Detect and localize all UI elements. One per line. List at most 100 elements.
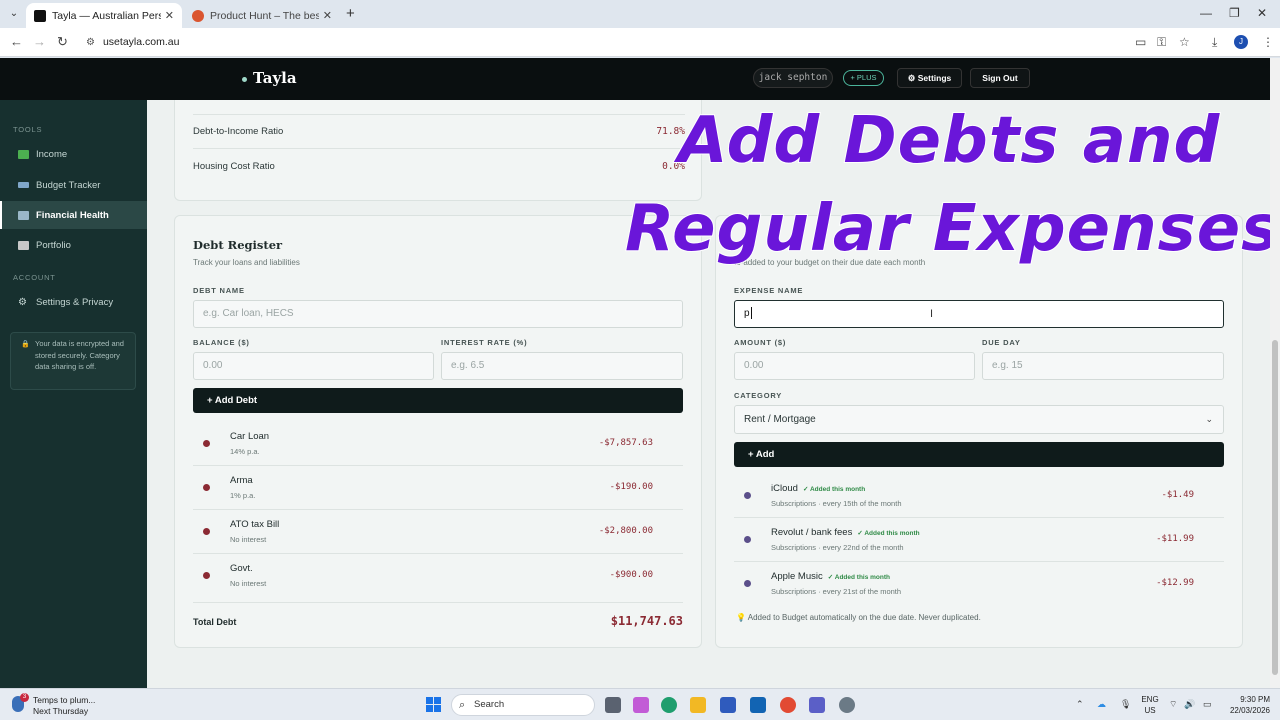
- close-tab-icon[interactable]: ✕: [165, 9, 174, 22]
- brand-dot-icon: [242, 76, 247, 82]
- debt-row[interactable]: Car Loan 14% p.a. -$7,857.63: [193, 422, 683, 466]
- wifi-icon[interactable]: ⌔: [1169, 699, 1177, 710]
- taskbar-search[interactable]: ⌕ Search: [451, 694, 595, 716]
- reload-icon[interactable]: ↻: [57, 34, 68, 50]
- profile-avatar[interactable]: J: [1234, 35, 1248, 49]
- interest-rate-label: INTEREST RATE (%): [441, 338, 528, 347]
- chrome-icon[interactable]: [780, 697, 796, 713]
- ratio-label: Debt-to-Income Ratio: [193, 126, 284, 137]
- category-select[interactable]: Rent / Mortgage ⌄: [734, 405, 1224, 434]
- download-icon[interactable]: ⤓: [1212, 35, 1217, 50]
- expense-row[interactable]: iCloud ✓ Added this month Subscriptions ·…: [734, 474, 1224, 518]
- sidebar: TOOLS Income Budget Tracker Financial He…: [0, 100, 147, 688]
- settings-button[interactable]: ⚙ Settings: [897, 68, 962, 88]
- expense-row[interactable]: Revolut / bank fees ✓ Added this month Su…: [734, 518, 1224, 562]
- total-debt-value: $11,747.63: [610, 614, 683, 628]
- expense-name-input[interactable]: p: [734, 300, 1224, 328]
- expense-row[interactable]: Apple Music ✓ Added this month Subscripti…: [734, 562, 1224, 606]
- ratio-label: Housing Cost Ratio: [193, 160, 275, 172]
- edge-icon[interactable]: [661, 697, 677, 713]
- windows-taskbar: 3 Temps to plum... Next Thursday ⌕ Search…: [0, 688, 1280, 720]
- balance-label: BALANCE ($): [193, 338, 250, 347]
- windows-start-icon[interactable]: [426, 697, 441, 712]
- debt-row[interactable]: Arma 1% p.a. -$190.00: [193, 466, 683, 510]
- notification-badge: 3: [20, 693, 29, 702]
- language-indicator[interactable]: ENG US: [1140, 694, 1160, 716]
- debt-row[interactable]: Govt. No interest -$900.00: [193, 554, 683, 598]
- budget-icon: [18, 182, 29, 188]
- ratio-row-debt-to-income: Debt-to-Income Ratio 71.8%: [193, 115, 685, 149]
- store-icon[interactable]: [720, 697, 736, 713]
- income-icon: [18, 149, 29, 159]
- sidebar-item-budget-tracker[interactable]: Budget Tracker: [0, 171, 147, 199]
- back-icon[interactable]: ←: [10, 34, 23, 49]
- battery-icon[interactable]: ▭: [1203, 699, 1212, 710]
- portfolio-icon: [18, 240, 29, 250]
- tab-tayla[interactable]: Tayla — Australian Personal Fin ✕: [26, 3, 182, 28]
- due-day-input[interactable]: e.g. 15: [982, 352, 1224, 380]
- debt-name-label: DEBT NAME: [193, 286, 245, 295]
- due-day-label: DUE DAY: [982, 338, 1021, 347]
- expense-name-label: EXPENSE NAME: [734, 286, 804, 295]
- microphone-icon[interactable]: 🎙: [1120, 699, 1131, 710]
- tab-search-icon[interactable]: ⌄: [6, 6, 22, 22]
- scrollbar-thumb[interactable]: [1272, 340, 1278, 675]
- menu-icon[interactable]: ⋮: [1262, 35, 1274, 49]
- close-tab-icon[interactable]: ✕: [323, 9, 332, 22]
- main-content: Debt-to-Income Ratio 71.8% Housing Cost …: [147, 100, 1270, 688]
- search-icon: ⌕: [459, 699, 466, 711]
- site-info-icon[interactable]: ⚙: [86, 37, 95, 48]
- bookmark-star-icon[interactable]: ☆: [1179, 35, 1190, 49]
- outlook-icon[interactable]: [750, 697, 766, 713]
- debt-register-title: Debt Register: [193, 238, 283, 252]
- forward-icon[interactable]: →: [33, 34, 46, 49]
- sidebar-section-account: ACCOUNT: [13, 273, 56, 282]
- debt-name-input[interactable]: e.g. Car loan, HECS: [193, 300, 683, 328]
- restore-icon[interactable]: ❐: [1229, 6, 1240, 20]
- debt-row[interactable]: ATO tax Bill No interest -$2,800.00: [193, 510, 683, 554]
- password-key-icon[interactable]: ⚿: [1157, 35, 1166, 50]
- sidebar-item-portfolio[interactable]: Portfolio: [0, 231, 147, 259]
- amount-input[interactable]: 0.00: [734, 352, 975, 380]
- interest-rate-input[interactable]: e.g. 6.5: [441, 352, 683, 380]
- debt-register-subtitle: Track your loans and liabilities: [193, 258, 300, 267]
- health-ratios-card: Debt-to-Income Ratio 71.8% Housing Cost …: [174, 100, 702, 201]
- debt-bullet-icon: [203, 440, 210, 447]
- task-view-icon[interactable]: [605, 697, 621, 713]
- brand-logo[interactable]: Tayla: [242, 69, 297, 87]
- sidebar-item-income[interactable]: Income: [0, 140, 147, 168]
- copilot-icon[interactable]: [633, 697, 649, 713]
- cast-icon[interactable]: ▭: [1135, 35, 1146, 49]
- added-badge: ✓ Added this month: [802, 486, 866, 493]
- debt-bullet-icon: [203, 572, 210, 579]
- tray-chevron-icon[interactable]: ⌃: [1076, 699, 1084, 710]
- onedrive-icon[interactable]: ☁: [1097, 699, 1106, 710]
- sidebar-item-financial-health[interactable]: Financial Health: [0, 201, 147, 229]
- ratio-row-cut: [193, 100, 685, 115]
- tayla-favicon-icon: [34, 9, 46, 22]
- app-icon[interactable]: [839, 697, 855, 713]
- add-expense-button[interactable]: + Add: [734, 442, 1224, 467]
- balance-input[interactable]: 0.00: [193, 352, 434, 380]
- system-clock[interactable]: 9:30 PM 22/03/2026: [1228, 694, 1270, 716]
- debt-register-card: Debt Register Track your loans and liabi…: [174, 215, 702, 648]
- sidebar-item-settings-privacy[interactable]: ⚙ Settings & Privacy: [0, 288, 147, 316]
- add-debt-button[interactable]: + Add Debt: [193, 388, 683, 413]
- tab-product-hunt[interactable]: Product Hunt – The best new p ✕: [184, 3, 340, 28]
- new-tab-icon[interactable]: +: [346, 6, 355, 22]
- total-debt-label: Total Debt: [193, 617, 237, 627]
- address-bar[interactable]: ⚙ usetayla.com.au: [78, 31, 1198, 53]
- text-cursor-icon: I: [930, 308, 934, 320]
- file-explorer-icon[interactable]: [690, 697, 706, 713]
- sign-out-button[interactable]: Sign Out: [970, 68, 1030, 88]
- minimize-icon[interactable]: —: [1200, 6, 1212, 20]
- expenses-footnote: 💡 Added to Budget automatically on the d…: [736, 613, 981, 622]
- close-window-icon[interactable]: ✕: [1257, 6, 1267, 20]
- debt-bullet-icon: [203, 528, 210, 535]
- expense-bullet-icon: [744, 580, 751, 587]
- app-header: Tayla jack sephton + PLUS ⚙ Settings Sig…: [0, 58, 1270, 100]
- teams-icon[interactable]: [809, 697, 825, 713]
- page-scrollbar[interactable]: [1270, 58, 1280, 688]
- volume-icon[interactable]: 🔊: [1184, 699, 1195, 710]
- lock-icon: 🔒: [21, 341, 30, 348]
